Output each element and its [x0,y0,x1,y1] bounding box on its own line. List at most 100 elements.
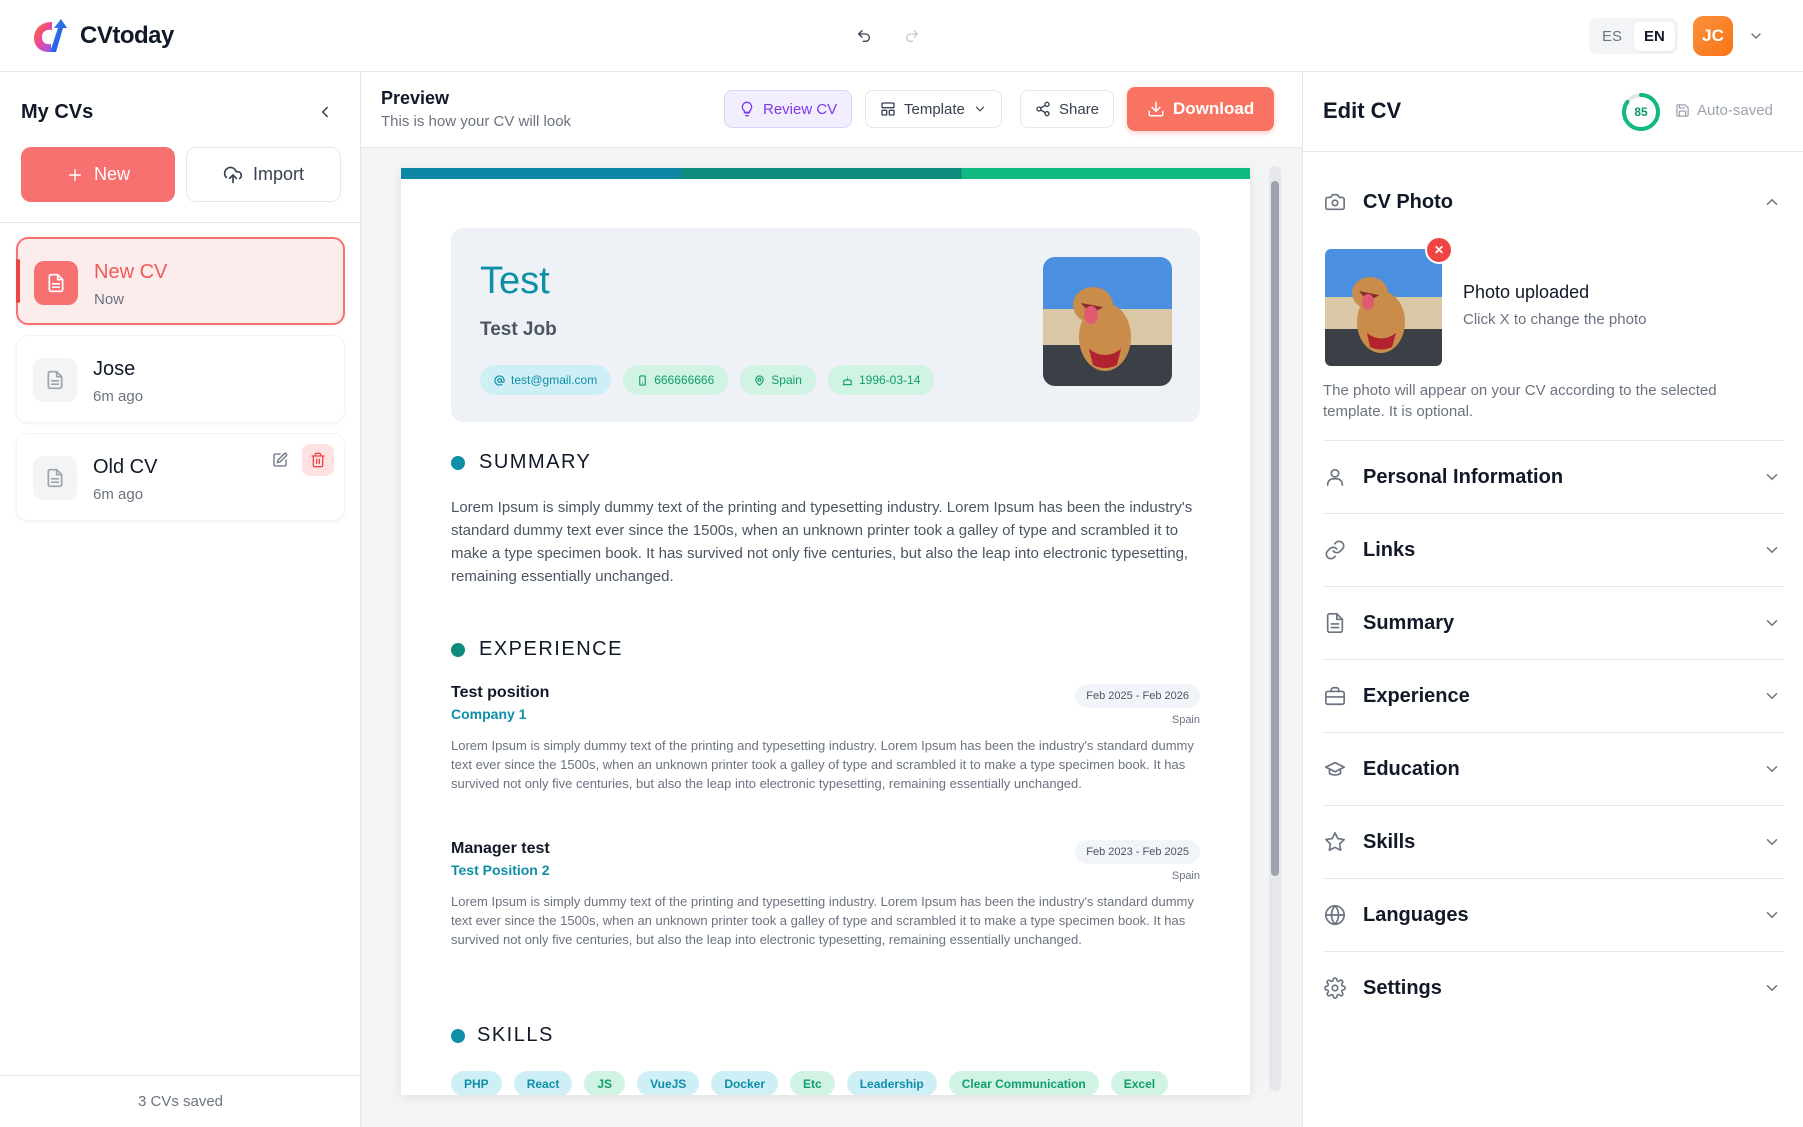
download-button[interactable]: Download [1127,87,1275,131]
autosave-label: Auto-saved [1697,102,1773,119]
phone-value: 666666666 [654,373,715,387]
share-label: Share [1059,100,1100,118]
edit-icon[interactable] [264,444,296,476]
chevron-down-icon [1760,757,1784,781]
cv-list-item[interactable]: Jose 6m ago [16,335,345,423]
edit-header: Edit CV 85 Auto-saved [1303,72,1803,152]
cv-list: New CV Now Jose 6m ago Old CV 6m ago [16,237,345,531]
chevron-down-icon [975,106,984,112]
experience-description: Lorem Ipsum is simply dummy text of the … [451,894,1194,947]
user-icon [1323,465,1347,489]
cv-profile-photo [1043,257,1172,386]
lang-en-button[interactable]: EN [1634,21,1675,51]
document-icon [33,358,77,402]
camera-icon [1323,190,1347,214]
skills-list: PHP React JS VueJS Docker Etc Leadership… [451,1071,1169,1095]
link-icon [1323,538,1347,562]
experience-company: Company 1 [451,706,527,722]
experience-entry: Test position Company 1 Feb 2025 - Feb 2… [451,684,1200,793]
undo-icon[interactable] [852,24,876,48]
cv-item-name: Old CV [93,456,158,478]
edit-sections: Personal Information Links Summary Exper… [1323,440,1784,1024]
preview-scrollbar[interactable] [1269,166,1281,1091]
lang-es-button[interactable]: ES [1592,22,1632,51]
skill-tag: JS [584,1071,626,1095]
cv-list-item[interactable]: Old CV 6m ago [16,433,345,521]
experience-description: Lorem Ipsum is simply dummy text of the … [451,738,1194,791]
cv-full-name: Test [480,260,550,302]
skill-tag: VueJS [637,1071,700,1095]
preview-title: Preview [381,88,450,108]
section-personal-information[interactable]: Personal Information [1323,440,1784,513]
chevron-down-icon[interactable] [1744,24,1768,48]
section-label: Personal Information [1363,465,1564,488]
section-settings[interactable]: Settings [1323,951,1784,1024]
cv-photo-header[interactable]: CV Photo [1323,190,1784,214]
cv-item-time: 6m ago [93,486,144,503]
save-icon [1676,104,1689,117]
summary-text: Lorem Ipsum is simply dummy text of the … [451,499,1193,585]
chevron-down-icon [1760,465,1784,489]
history-controls [852,24,924,48]
chevron-down-icon [1760,611,1784,635]
skill-tag: Docker [711,1071,778,1095]
download-label: Download [1173,99,1255,118]
remove-photo-button[interactable]: ✕ [1425,236,1453,264]
section-label: Settings [1363,976,1442,999]
globe-icon [1323,903,1347,927]
cake-icon [842,375,853,385]
chevron-down-icon [1760,684,1784,708]
section-links[interactable]: Links [1323,513,1784,586]
map-pin-icon [755,374,765,386]
sidebar-footer: 3 CVs saved [0,1075,361,1127]
redo-icon[interactable] [900,24,924,48]
birthdate-chip: 1996-03-14 [827,365,935,395]
app-logo[interactable]: CVtoday [30,16,174,56]
scrollbar-thumb[interactable] [1271,181,1279,876]
share-button[interactable]: Share [1020,90,1115,128]
cv-sidebar: My CVs New Import New CV Now Jose 6m ago… [0,72,361,1127]
language-switcher: ES EN [1589,18,1678,54]
skills-title: SKILLS [477,1024,554,1046]
review-cv-button[interactable]: Review CV [724,90,853,128]
location-chip: Spain [740,365,816,395]
trash-icon[interactable] [302,444,334,476]
section-label: Experience [1363,684,1470,707]
cv-item-tools [264,444,334,476]
preview-panel: Preview This is how your CV will look Re… [361,72,1302,1127]
birthdate-value: 1996-03-14 [858,373,921,387]
review-cv-label: Review CV [763,100,838,118]
template-dropdown[interactable]: Template [865,90,1002,128]
import-cv-label: Import [252,164,304,184]
section-summary[interactable]: Summary [1323,586,1784,659]
download-icon [1148,101,1164,117]
section-education[interactable]: Education [1323,732,1784,805]
experience-company: Test Position 2 [451,862,550,878]
summary-heading: SUMMARY [451,451,591,474]
photo-status: Photo uploaded [1463,282,1590,302]
cv-item-name: Jose [93,358,136,380]
experience-title: EXPERIENCE [479,638,623,660]
briefcase-icon [1323,684,1347,708]
new-cv-button[interactable]: New [21,147,175,202]
section-languages[interactable]: Languages [1323,878,1784,951]
section-dot [451,455,465,470]
section-label: Skills [1363,830,1416,853]
share-icon [1036,101,1050,117]
phone-chip: 666666666 [623,365,729,395]
skill-tag: PHP [451,1071,502,1095]
collapse-sidebar-button[interactable] [311,98,339,126]
gear-icon [1323,976,1347,1000]
photo-thumbnail[interactable] [1325,249,1442,366]
section-dot [451,642,465,657]
chevron-up-icon[interactable] [1760,190,1784,214]
user-avatar[interactable]: JC [1693,16,1733,56]
chevron-down-icon [1760,903,1784,927]
photo-hint: Click X to change the photo [1463,311,1647,328]
cv-list-item[interactable]: New CV Now [16,237,345,325]
section-experience[interactable]: Experience [1323,659,1784,732]
section-skills[interactable]: Skills [1323,805,1784,878]
import-cv-button[interactable]: Import [186,147,341,202]
app-name: CVtoday [80,22,174,49]
sidebar-actions: New Import [21,147,341,202]
